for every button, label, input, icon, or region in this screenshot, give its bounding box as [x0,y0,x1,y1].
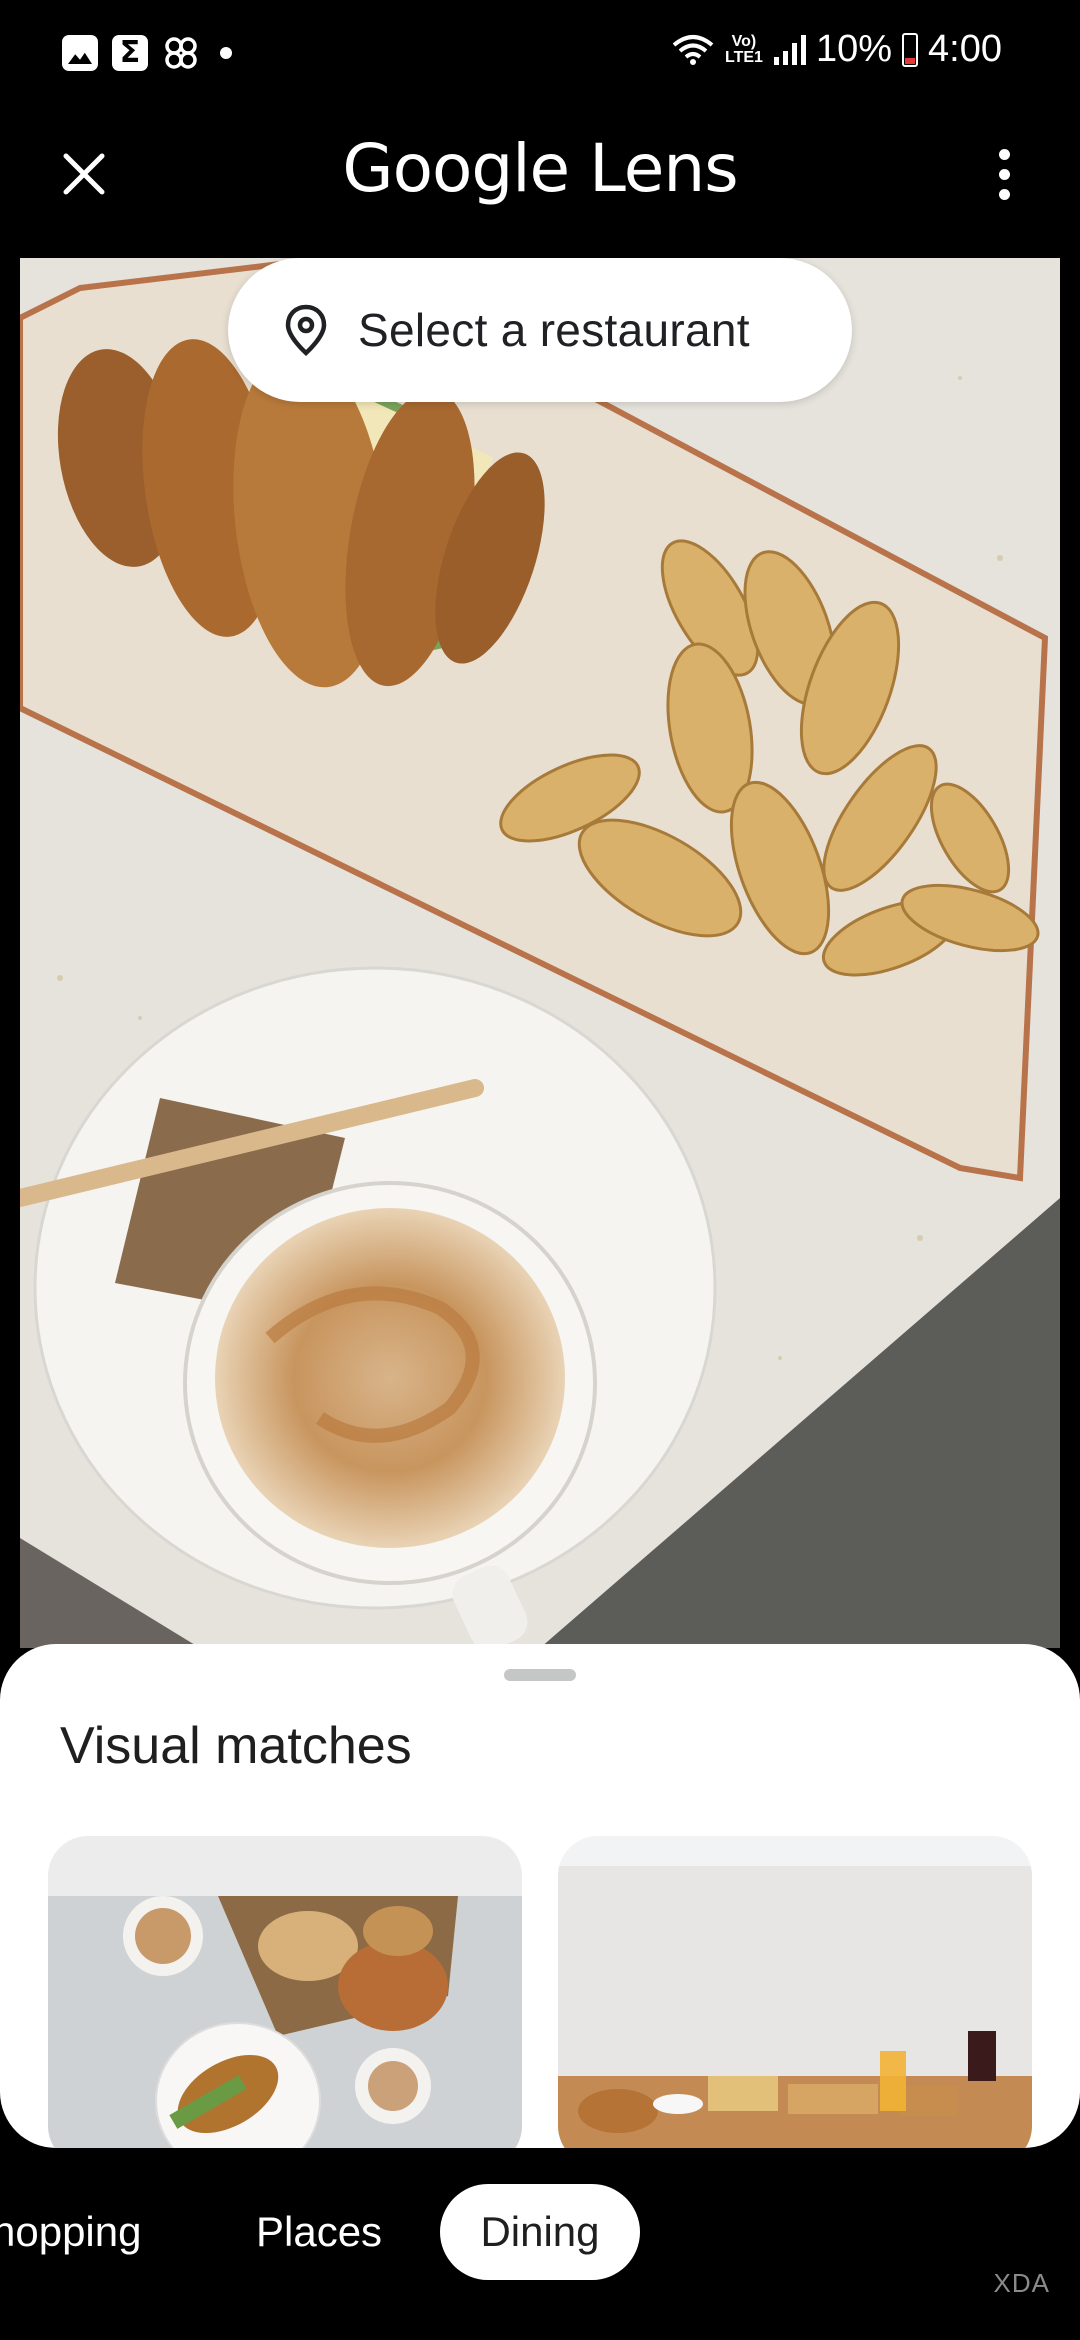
tab-shopping[interactable]: hopping [0,2184,141,2280]
tab-dining[interactable]: Dining [440,2184,640,2280]
location-pin-icon [285,304,327,356]
app-bar: Google Lens [0,108,1080,258]
network-label: Vo) LTE1 [725,32,763,66]
battery-percent: 10% [815,28,893,70]
visual-match-card-1[interactable] [48,1836,522,2148]
results-bottom-sheet: Visual matches [0,1644,1080,2148]
more-vert-icon [998,148,1010,160]
visual-match-card-2[interactable] [558,1836,1032,2148]
app-title: Google Lens [342,130,738,207]
visual-match-image-1 [48,1836,522,2148]
status-bar: Σ Vo) LTE1 10% 4:00 [0,0,1080,108]
tab-places[interactable]: Places [256,2184,382,2280]
wifi-icon [672,34,714,65]
more-options-button[interactable] [964,134,1044,214]
captured-photo[interactable] [20,258,1060,1648]
gallery-icon [62,35,98,71]
notification-dot [220,47,232,59]
sheet-drag-handle[interactable] [504,1669,576,1681]
battery-icon [902,32,919,67]
signal-icon [773,34,806,65]
xda-watermark: XDA [993,2268,1050,2298]
status-left-icons: Σ [62,34,232,72]
status-right: Vo) LTE1 10% 4:00 [672,28,1002,71]
food-photo-illustration [20,258,1060,1648]
lens-mode-tabs: hopping Places Dining [0,2160,1080,2300]
pinwheel-icon [162,34,200,72]
sigma-app-icon: Σ [112,35,148,71]
select-restaurant-label: Select a restaurant [358,304,750,356]
clock: 4:00 [928,28,1002,70]
select-restaurant-chip[interactable]: Select a restaurant [228,258,852,402]
visual-match-image-2 [558,1836,1032,2148]
visual-matches-title: Visual matches [60,1717,412,1775]
